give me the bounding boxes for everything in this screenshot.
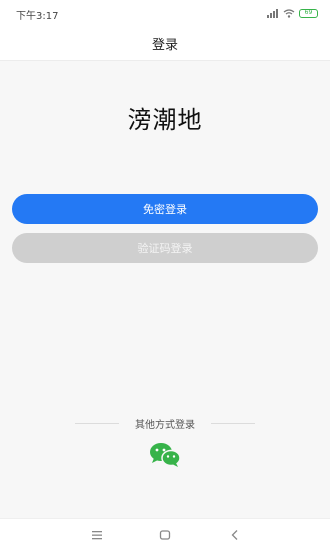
code-login-button[interactable]: 验证码登录	[12, 233, 318, 263]
battery-icon: 69	[299, 8, 318, 18]
passwordless-login-button[interactable]: 免密登录	[12, 194, 318, 224]
status-bar: 下午3:17 69	[0, 0, 330, 26]
other-login-section: 其他方式登录	[0, 416, 330, 431]
system-navigation-bar	[0, 518, 330, 551]
menu-icon[interactable]	[90, 528, 104, 542]
status-time: 下午3:17	[16, 11, 59, 22]
divider-left	[75, 422, 119, 424]
signal-icon	[267, 8, 278, 18]
back-icon[interactable]	[228, 528, 242, 542]
wifi-icon	[283, 8, 295, 18]
status-icons: 69	[267, 7, 318, 19]
other-login-label: 其他方式登录	[135, 419, 195, 431]
page-title: 登录	[151, 37, 178, 53]
divider-right	[211, 422, 255, 424]
app-name: 滂潮地	[127, 106, 203, 134]
header-bar: 登录	[0, 26, 330, 61]
home-icon[interactable]	[158, 528, 172, 542]
wechat-icon[interactable]	[149, 442, 181, 468]
